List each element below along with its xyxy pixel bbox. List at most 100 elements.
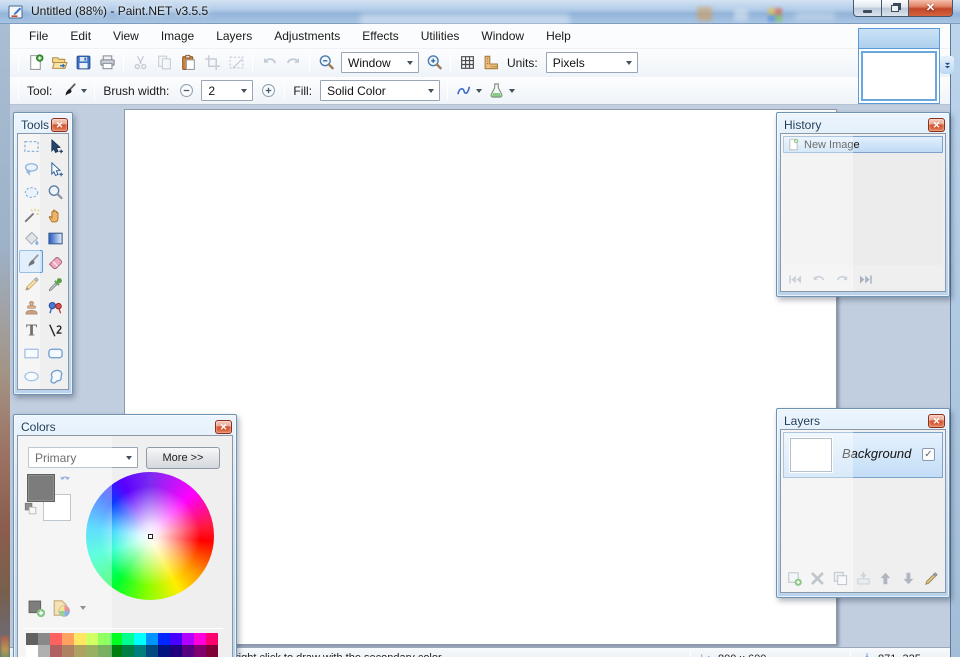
- print-button[interactable]: [95, 52, 119, 74]
- move-selected-pixels-tool-button[interactable]: [43, 135, 67, 158]
- menu-help[interactable]: Help: [535, 26, 582, 46]
- layers-palette-titlebar[interactable]: Layers ✕: [780, 412, 946, 429]
- palette-swatch[interactable]: [86, 645, 98, 657]
- image-list-tab[interactable]: [858, 28, 940, 104]
- menu-adjustments[interactable]: Adjustments: [263, 26, 351, 46]
- chevron-down-icon[interactable]: [509, 89, 515, 93]
- palette-swatch[interactable]: [74, 633, 86, 645]
- zoom-out-button[interactable]: [314, 52, 338, 74]
- brush-width-select[interactable]: 2: [201, 80, 253, 101]
- open-file-button[interactable]: [47, 52, 71, 74]
- chevron-down-icon[interactable]: [80, 606, 86, 610]
- tools-palette-titlebar[interactable]: Tools ✕: [17, 116, 69, 133]
- colors-palette[interactable]: Colors ✕ Primary More >>: [13, 414, 237, 657]
- palette-swatch[interactable]: [146, 645, 158, 657]
- palette-swatch[interactable]: [110, 633, 122, 645]
- history-palette[interactable]: History ✕ New Image: [776, 112, 950, 297]
- palette-swatch[interactable]: [158, 633, 170, 645]
- palette-swatch[interactable]: [158, 645, 170, 657]
- brush-width-increase-button[interactable]: [256, 80, 280, 102]
- palette-swatch[interactable]: [38, 633, 50, 645]
- palette-swatch[interactable]: [194, 633, 206, 645]
- lasso-select-tool-button[interactable]: [19, 158, 43, 181]
- menu-file[interactable]: File: [18, 26, 59, 46]
- colors-palette-titlebar[interactable]: Colors ✕: [17, 418, 233, 435]
- history-palette-titlebar[interactable]: History ✕: [780, 116, 946, 133]
- palette-swatch[interactable]: [86, 633, 98, 645]
- minimize-button[interactable]: [853, 0, 882, 17]
- color-mode-select[interactable]: Primary: [28, 447, 138, 468]
- zoom-mode-select[interactable]: Window: [341, 52, 419, 73]
- add-layer-button[interactable]: [786, 570, 803, 587]
- palette-swatch[interactable]: [206, 633, 218, 645]
- rectangle-tool-button[interactable]: [19, 342, 43, 365]
- tools-palette-close-button[interactable]: ✕: [51, 118, 68, 132]
- new-file-button[interactable]: [23, 52, 47, 74]
- add-color-button[interactable]: [27, 599, 46, 618]
- layer-properties-button[interactable]: [923, 570, 940, 587]
- grid-toggle-button[interactable]: [455, 52, 479, 74]
- gradient-tool-button[interactable]: [43, 227, 67, 250]
- fill-style-select[interactable]: Solid Color: [320, 80, 440, 101]
- palette-swatch[interactable]: [62, 633, 74, 645]
- palette-swatch[interactable]: [74, 645, 86, 657]
- menu-edit[interactable]: Edit: [59, 26, 102, 46]
- brush-width-decrease-button[interactable]: [174, 80, 198, 102]
- clone-stamp-tool-button[interactable]: [19, 296, 43, 319]
- pan-tool-button[interactable]: [43, 204, 67, 227]
- zoom-in-button[interactable]: [422, 52, 446, 74]
- antialiasing-button[interactable]: [485, 80, 518, 102]
- palette-swatch[interactable]: [62, 645, 74, 657]
- palette-swatch[interactable]: [110, 645, 122, 657]
- palette-swatch[interactable]: [38, 645, 50, 657]
- swap-colors-icon[interactable]: [58, 474, 72, 488]
- spline-type-button[interactable]: [452, 80, 485, 102]
- mini-swatches-icon[interactable]: [24, 502, 38, 516]
- palette-swatch[interactable]: [194, 645, 206, 657]
- layers-palette-close-button[interactable]: ✕: [928, 414, 945, 428]
- chevron-down-icon[interactable]: [476, 89, 482, 93]
- paintbrush-tool-button[interactable]: [19, 250, 43, 273]
- duplicate-layer-button[interactable]: [832, 570, 849, 587]
- menu-window[interactable]: Window: [470, 26, 535, 46]
- palette-swatch[interactable]: [134, 633, 146, 645]
- save-button[interactable]: [71, 52, 95, 74]
- freeform-shape-tool-button[interactable]: [43, 365, 67, 388]
- color-picker-tool-button[interactable]: [43, 273, 67, 296]
- palette-swatch[interactable]: [98, 633, 110, 645]
- more-button[interactable]: More >>: [146, 447, 220, 469]
- move-selection-tool-button[interactable]: [43, 158, 67, 181]
- palette-swatch[interactable]: [206, 645, 218, 657]
- history-palette-close-button[interactable]: ✕: [928, 118, 945, 132]
- palette-swatch[interactable]: [182, 645, 194, 657]
- recolor-tool-button[interactable]: [43, 296, 67, 319]
- layers-palette[interactable]: Layers ✕ Background✓: [776, 408, 950, 598]
- menu-utilities[interactable]: Utilities: [410, 26, 471, 46]
- delete-layer-button[interactable]: [809, 570, 826, 587]
- current-tool-button[interactable]: [57, 80, 90, 102]
- tools-palette[interactable]: Tools ✕ T: [13, 112, 73, 395]
- restore-button[interactable]: [882, 0, 909, 17]
- paint-bucket-tool-button[interactable]: [19, 227, 43, 250]
- menu-view[interactable]: View: [102, 26, 150, 46]
- text-tool-button[interactable]: T: [19, 319, 43, 342]
- image-list-button[interactable]: [940, 56, 954, 74]
- palette-swatch[interactable]: [134, 645, 146, 657]
- palette-swatch[interactable]: [26, 633, 38, 645]
- palette-swatch[interactable]: [50, 633, 62, 645]
- ellipse-select-tool-button[interactable]: [19, 181, 43, 204]
- units-select[interactable]: Pixels: [546, 52, 638, 73]
- menu-layers[interactable]: Layers: [205, 26, 263, 46]
- rounded-rectangle-tool-button[interactable]: [43, 342, 67, 365]
- rectangle-select-tool-button[interactable]: [19, 135, 43, 158]
- magic-wand-tool-button[interactable]: [19, 204, 43, 227]
- palette-swatch[interactable]: [170, 633, 182, 645]
- palette-swatch[interactable]: [98, 645, 110, 657]
- ruler-toggle-button[interactable]: [479, 52, 503, 74]
- line-curve-tool-button[interactable]: [43, 319, 67, 342]
- menu-image[interactable]: Image: [150, 26, 205, 46]
- palette-swatch[interactable]: [170, 645, 182, 657]
- primary-color-swatch[interactable]: [27, 474, 55, 502]
- palette-menu-button[interactable]: [51, 598, 71, 618]
- titlebar[interactable]: Untitled (88%) - Paint.NET v3.5.5 ✕: [0, 0, 960, 24]
